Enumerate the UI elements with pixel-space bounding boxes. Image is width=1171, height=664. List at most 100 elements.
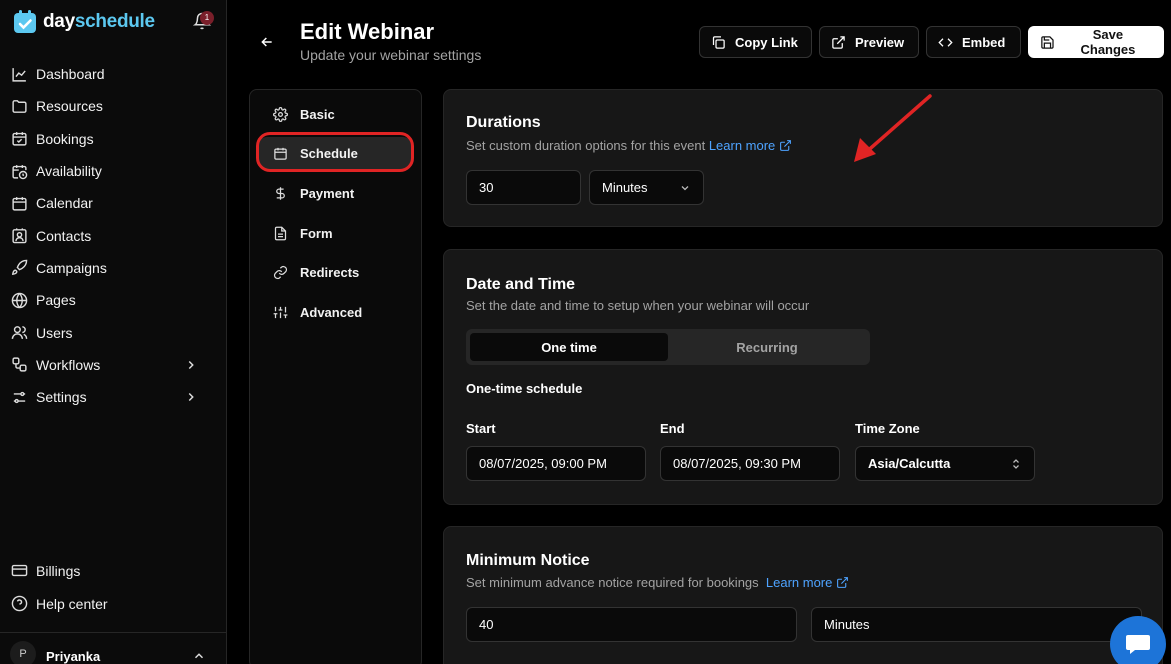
external-link-icon	[780, 140, 791, 151]
page-subtitle: Update your webinar settings	[300, 47, 482, 63]
time-zone-label: Time Zone	[855, 421, 920, 436]
sidebar-item-campaigns[interactable]: Campaigns	[0, 252, 226, 284]
page-title: Edit Webinar	[300, 19, 435, 44]
globe-icon	[11, 292, 28, 309]
embed-button[interactable]: Embed	[926, 26, 1021, 58]
tab-form[interactable]: Form	[257, 217, 413, 249]
contact-icon	[12, 228, 27, 244]
end-datetime-value: 08/07/2025, 09:30 PM	[673, 456, 801, 471]
sidebar-item-help-center[interactable]: Help center	[0, 587, 226, 620]
minimum-notice-desc-text: Set minimum advance notice required for …	[466, 575, 759, 590]
chevron-up-icon	[194, 653, 204, 659]
minimum-notice-unit-select[interactable]: Minutes	[811, 607, 1142, 642]
save-changes-button[interactable]: Save Changes	[1028, 26, 1164, 58]
user-name: Priyanka	[46, 649, 101, 664]
sidebar-item-availability[interactable]: Availability	[0, 155, 226, 187]
file-text-icon	[274, 226, 287, 240]
sliders-vertical-icon	[273, 306, 288, 318]
chart-line-icon	[12, 67, 26, 82]
tab-label: Advanced	[300, 304, 363, 320]
chat-widget-button[interactable]	[1110, 616, 1166, 664]
durations-desc: Set custom duration options for this eve…	[466, 138, 792, 153]
duration-unit-select[interactable]: Minutes	[589, 170, 704, 205]
sidebar-item-label: Billings	[36, 562, 81, 579]
chevron-right-icon	[188, 393, 194, 402]
preview-label: Preview	[855, 34, 905, 50]
brand-name-part1: day	[43, 11, 75, 32]
sidebar-item-label: Availability	[36, 163, 102, 180]
avatar: P	[10, 641, 36, 664]
sidebar-item-dashboard[interactable]: Dashboard	[0, 58, 226, 90]
learn-more-label: Learn more	[708, 138, 776, 153]
durations-card: Durations Set custom duration options fo…	[443, 89, 1163, 227]
user-menu[interactable]: P Priyanka	[0, 632, 226, 664]
time-zone-select[interactable]: Asia/Calcutta	[855, 446, 1035, 481]
start-datetime-input[interactable]: 08/07/2025, 09:00 PM	[466, 446, 646, 481]
chevron-down-icon	[681, 185, 689, 190]
tab-payment[interactable]: Payment	[257, 177, 413, 209]
sidebar-item-settings[interactable]: Settings	[0, 381, 226, 413]
users-icon	[11, 326, 28, 339]
tab-label: Payment	[300, 185, 355, 201]
folder-icon	[12, 100, 27, 113]
end-label: End	[660, 421, 685, 436]
one-time-tab[interactable]: One time	[470, 333, 668, 361]
sidebar-item-pages[interactable]: Pages	[0, 284, 226, 316]
sidebar-item-label: Settings	[36, 389, 87, 406]
link-icon	[273, 265, 288, 279]
start-datetime-value: 08/07/2025, 09:00 PM	[479, 456, 607, 471]
external-link-icon	[837, 577, 848, 588]
calendar-check-icon	[12, 132, 27, 146]
recurring-tab[interactable]: Recurring	[668, 333, 866, 361]
main-nav: Dashboard Resources Bookings Availabilit…	[0, 58, 226, 413]
brand-name-part2: schedule	[74, 11, 155, 32]
sidebar-item-label: Calendar	[36, 195, 93, 212]
minimum-notice-learn-more-link[interactable]: Learn more	[766, 575, 849, 590]
start-label: Start	[466, 421, 496, 436]
copy-icon	[712, 35, 725, 49]
sidebar-item-label: Workflows	[36, 356, 101, 373]
annotation-arrow-icon	[854, 94, 932, 162]
tab-label: Basic	[300, 106, 335, 122]
help-circle-icon	[11, 595, 28, 612]
save-changes-label: Save Changes	[1080, 27, 1136, 57]
duration-input[interactable]: 30	[466, 170, 581, 205]
copy-link-label: Copy Link	[735, 34, 798, 50]
end-datetime-input[interactable]: 08/07/2025, 09:30 PM	[660, 446, 840, 481]
brand-logo[interactable]: dayschedule	[12, 9, 155, 35]
calendar-logo-icon	[14, 10, 36, 33]
settings-subnav	[249, 89, 422, 664]
date-time-title: Date and Time	[466, 276, 576, 293]
date-time-desc: Set the date and time to setup when your…	[466, 298, 810, 313]
sidebar-item-bookings[interactable]: Bookings	[0, 123, 226, 155]
durations-learn-more-link[interactable]: Learn more	[709, 138, 792, 153]
sidebar-item-billings[interactable]: Billings	[0, 554, 226, 587]
copy-link-button[interactable]: Copy Link	[699, 26, 812, 58]
sidebar-item-resources[interactable]: Resources	[0, 90, 226, 122]
sidebar-item-contacts[interactable]: Contacts	[0, 219, 226, 251]
tab-basic[interactable]: Basic	[257, 98, 413, 130]
minimum-notice-input[interactable]: 40	[466, 607, 797, 642]
one-time-schedule-label: One-time schedule	[466, 381, 583, 396]
minimum-notice-unit-value: Minutes	[824, 617, 870, 632]
minimum-notice-title: Minimum Notice	[466, 552, 590, 569]
chat-bubble-icon	[1126, 635, 1150, 654]
sidebar-item-label: Contacts	[36, 227, 92, 244]
sidebar-item-calendar[interactable]: Calendar	[0, 187, 226, 219]
duration-unit-value: Minutes	[602, 180, 648, 195]
tab-advanced[interactable]: Advanced	[257, 296, 413, 328]
sidebar-item-workflows[interactable]: Workflows	[0, 349, 226, 381]
credit-card-icon	[11, 564, 28, 577]
sidebar-item-label: Help center	[36, 595, 108, 612]
preview-button[interactable]: Preview	[819, 26, 919, 58]
external-link-icon	[832, 35, 845, 49]
back-arrow-icon[interactable]	[259, 34, 275, 50]
tab-redirects[interactable]: Redirects	[257, 256, 413, 288]
workflow-icon	[12, 357, 27, 372]
sidebar-item-users[interactable]: Users	[0, 316, 226, 348]
chevron-right-icon	[188, 360, 194, 369]
sidebar-item-label: Resources	[36, 98, 103, 115]
chevrons-up-down-icon	[1013, 458, 1019, 469]
sliders-icon	[13, 391, 26, 403]
rocket-icon	[11, 260, 28, 276]
